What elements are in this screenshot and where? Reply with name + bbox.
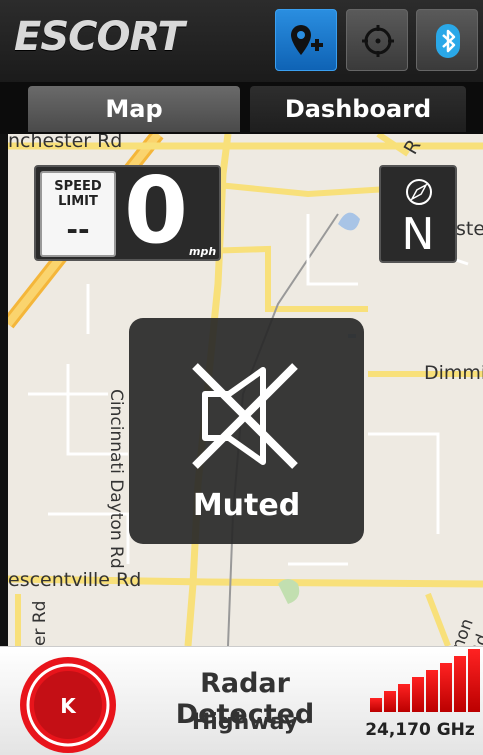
map-label: er Rd (30, 600, 50, 646)
map-label: Cincinnati Dayton Rd (106, 389, 126, 569)
escort-logo: ESCORT (14, 14, 185, 60)
compass-icon (406, 179, 432, 205)
band-letter: K (60, 694, 77, 718)
signal-bar (454, 656, 466, 712)
speed-widget: SPEED LIMIT -- 0 mph (34, 157, 221, 264)
app-header: ESCORT (0, 0, 483, 82)
add-location-button[interactable] (275, 9, 337, 71)
muted-speaker-icon (192, 363, 298, 469)
speed-limit-label: SPEED LIMIT (54, 179, 102, 209)
locate-button[interactable] (346, 9, 408, 71)
signal-strength-bars (370, 648, 483, 712)
crosshair-icon (362, 25, 394, 57)
signal-bar (412, 677, 424, 712)
speed-limit-value: -- (66, 213, 90, 246)
map-label: escentville Rd (8, 569, 142, 591)
alert-subtitle: Highway (191, 710, 299, 735)
signal-bar (426, 670, 438, 712)
muted-label: Muted (192, 488, 301, 523)
compass-direction: N (401, 209, 435, 260)
signal-bar (370, 698, 382, 712)
signal-bar (468, 649, 480, 712)
signal-bar (384, 691, 396, 712)
add-location-icon (291, 25, 323, 55)
current-speed: 0 (124, 157, 189, 264)
signal-bar (440, 663, 452, 712)
map-label: nchester Rd (8, 134, 123, 152)
compass-widget[interactable]: N (379, 165, 457, 263)
tab-dashboard[interactable]: Dashboard (250, 86, 466, 132)
k-band-badge[interactable]: K (18, 655, 118, 755)
tab-bar: Map Dashboard (0, 82, 483, 134)
map-label: Dimmic (424, 362, 483, 384)
bluetooth-icon (436, 24, 460, 58)
speed-unit: mph (189, 245, 217, 258)
map-label: ste (456, 218, 483, 240)
signal-bar (398, 684, 410, 712)
bluetooth-button[interactable] (416, 9, 478, 71)
alert-frequency: 24,170 GHz (365, 720, 475, 740)
tab-map[interactable]: Map (28, 86, 240, 132)
muted-overlay[interactable]: Muted (129, 318, 364, 544)
speed-limit-sign: SPEED LIMIT -- (40, 171, 116, 257)
